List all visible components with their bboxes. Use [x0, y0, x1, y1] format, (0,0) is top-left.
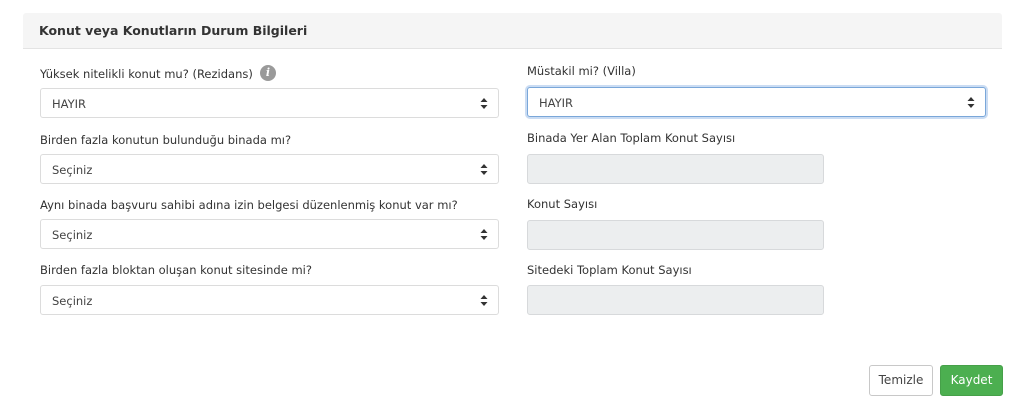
total-units-in-site-input	[527, 285, 824, 315]
unit-count-label: Konut Sayısı	[527, 197, 598, 211]
panel-header: Konut veya Konutların Durum Bilgileri	[23, 13, 1002, 49]
clear-button[interactable]: Temizle	[869, 365, 933, 396]
select-arrows-icon	[480, 98, 488, 109]
total-units-in-building-label: Binada Yer Alan Toplam Konut Sayısı	[527, 131, 736, 145]
select-arrows-icon	[480, 229, 488, 240]
select-arrows-icon	[480, 164, 488, 175]
permit-in-building-label: Aynı binada başvuru sahibi adına izin be…	[40, 198, 458, 212]
rezidans-select[interactable]: HAYIR	[40, 88, 499, 118]
total-units-in-site-label: Sitedeki Toplam Konut Sayısı	[527, 263, 692, 277]
villa-select-value: HAYIR	[539, 96, 574, 110]
select-arrows-icon	[967, 97, 975, 108]
panel-title: Konut veya Konutların Durum Bilgileri	[39, 23, 308, 38]
multi-block-site-select[interactable]: Seçiniz	[40, 285, 499, 315]
save-button[interactable]: Kaydet	[940, 365, 1003, 396]
total-units-in-building-input	[527, 154, 824, 184]
permit-in-building-select[interactable]: Seçiniz	[40, 219, 499, 249]
multi-unit-building-select[interactable]: Seçiniz	[40, 154, 499, 184]
multi-unit-building-select-value: Seçiniz	[52, 163, 93, 177]
villa-label: Müstakil mi? (Villa)	[527, 64, 636, 78]
unit-count-input	[527, 220, 824, 250]
info-icon[interactable]: i	[260, 65, 276, 81]
select-arrows-icon	[480, 295, 488, 306]
multi-block-site-select-value: Seçiniz	[52, 294, 93, 308]
rezidans-select-value: HAYIR	[52, 97, 87, 111]
rezidans-label: Yüksek nitelikli konut mu? (Rezidans)	[40, 67, 253, 81]
multi-unit-building-label: Birden fazla konutun bulunduğu binada mı…	[40, 133, 292, 147]
villa-select[interactable]: HAYIR	[527, 87, 986, 117]
permit-in-building-select-value: Seçiniz	[52, 228, 93, 242]
multi-block-site-label: Birden fazla bloktan oluşan konut sitesi…	[40, 263, 312, 277]
